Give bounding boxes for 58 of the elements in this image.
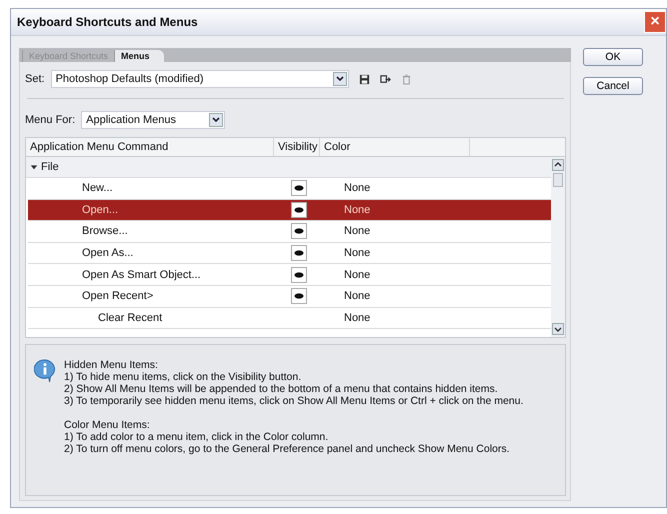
set-dropdown[interactable]: Photoshop Defaults (modified): [50, 70, 349, 88]
color-value: None: [343, 182, 372, 194]
command-name: Open As Smart Object...: [81, 268, 202, 281]
menu-for-dropdown[interactable]: Application Menus: [81, 111, 226, 129]
menu-for-label: Menu For:: [25, 114, 76, 126]
info-text: 2) To turn off menu colors, go to the General Preference panel and uncheck Show Menu Colors.: [64, 443, 511, 455]
column-header[interactable]: Visibility: [274, 138, 320, 156]
set-label: Set:: [25, 73, 45, 85]
window-title: Keyboard Shortcuts and Menus: [17, 15, 198, 29]
info-heading: Hidden Menu Items:: [64, 359, 159, 371]
eye-icon[interactable]: [291, 180, 307, 196]
eye-icon[interactable]: [291, 266, 307, 283]
menu-row[interactable]: Open Recent> None: [28, 286, 551, 308]
close-button[interactable]: ×: [644, 11, 666, 33]
color-value: None: [343, 312, 372, 324]
menu-row[interactable]: Browse... None: [28, 221, 551, 243]
info-icon: [34, 359, 56, 383]
color-value: None: [343, 290, 372, 302]
save-icon[interactable]: [358, 74, 370, 84]
command-name: Clear Recent: [97, 312, 164, 324]
menu-row[interactable]: Open As Smart Object... None: [28, 264, 551, 286]
scroll-down-icon[interactable]: [552, 323, 564, 335]
info-text: 3) To temporarily see hidden menu items, click on Show All Menu Items or Ctrl + click on the menu.: [64, 395, 524, 407]
info-text: 2) Show All Menu Items will be appended to the bottom of a menu that contains hidden items.: [64, 383, 499, 395]
tab[interactable]: Menus: [114, 50, 164, 62]
group-row[interactable]: File: [26, 157, 551, 178]
color-value: None: [343, 225, 372, 238]
scrollbar-thumb[interactable]: [553, 173, 563, 187]
caret-icon: [332, 72, 347, 86]
color-value: None: [343, 268, 372, 281]
scrollbar[interactable]: [551, 157, 565, 337]
caret-icon: [209, 113, 224, 127]
save-as-icon[interactable]: [380, 74, 391, 84]
menu-row[interactable]: New... None: [28, 178, 551, 200]
menu-row[interactable]: Open... None: [28, 200, 551, 222]
expand-triangle-icon[interactable]: [30, 163, 38, 171]
column-header[interactable]: Color: [320, 138, 470, 156]
info-text: 1) To hide menu items, click on the Visibility button.: [64, 371, 302, 383]
info-text: 1) To add color to a menu item, click in the Color column.: [64, 431, 330, 443]
command-name: Open...: [81, 204, 120, 216]
eye-icon[interactable]: [291, 223, 307, 240]
color-value: None: [343, 247, 372, 260]
eye-icon[interactable]: [291, 245, 307, 262]
ok-button[interactable]: OK: [583, 48, 643, 66]
cancel-button[interactable]: Cancel: [583, 77, 643, 95]
group-name: File: [41, 161, 59, 173]
eye-icon[interactable]: [291, 288, 307, 304]
command-name: Browse...: [81, 225, 129, 238]
color-value: None: [343, 204, 372, 216]
command-name: Open As...: [81, 247, 134, 260]
menu-row[interactable]: Clear Recent None: [28, 308, 551, 330]
scroll-up-icon[interactable]: [552, 159, 564, 171]
command-name: Open Recent>: [81, 290, 154, 302]
command-name: New...: [81, 182, 114, 194]
eye-icon[interactable]: [291, 202, 307, 218]
info-heading: Color Menu Items:: [64, 419, 151, 431]
column-header[interactable]: Application Menu Command: [26, 138, 274, 156]
menu-row[interactable]: Open As... None: [28, 242, 551, 264]
